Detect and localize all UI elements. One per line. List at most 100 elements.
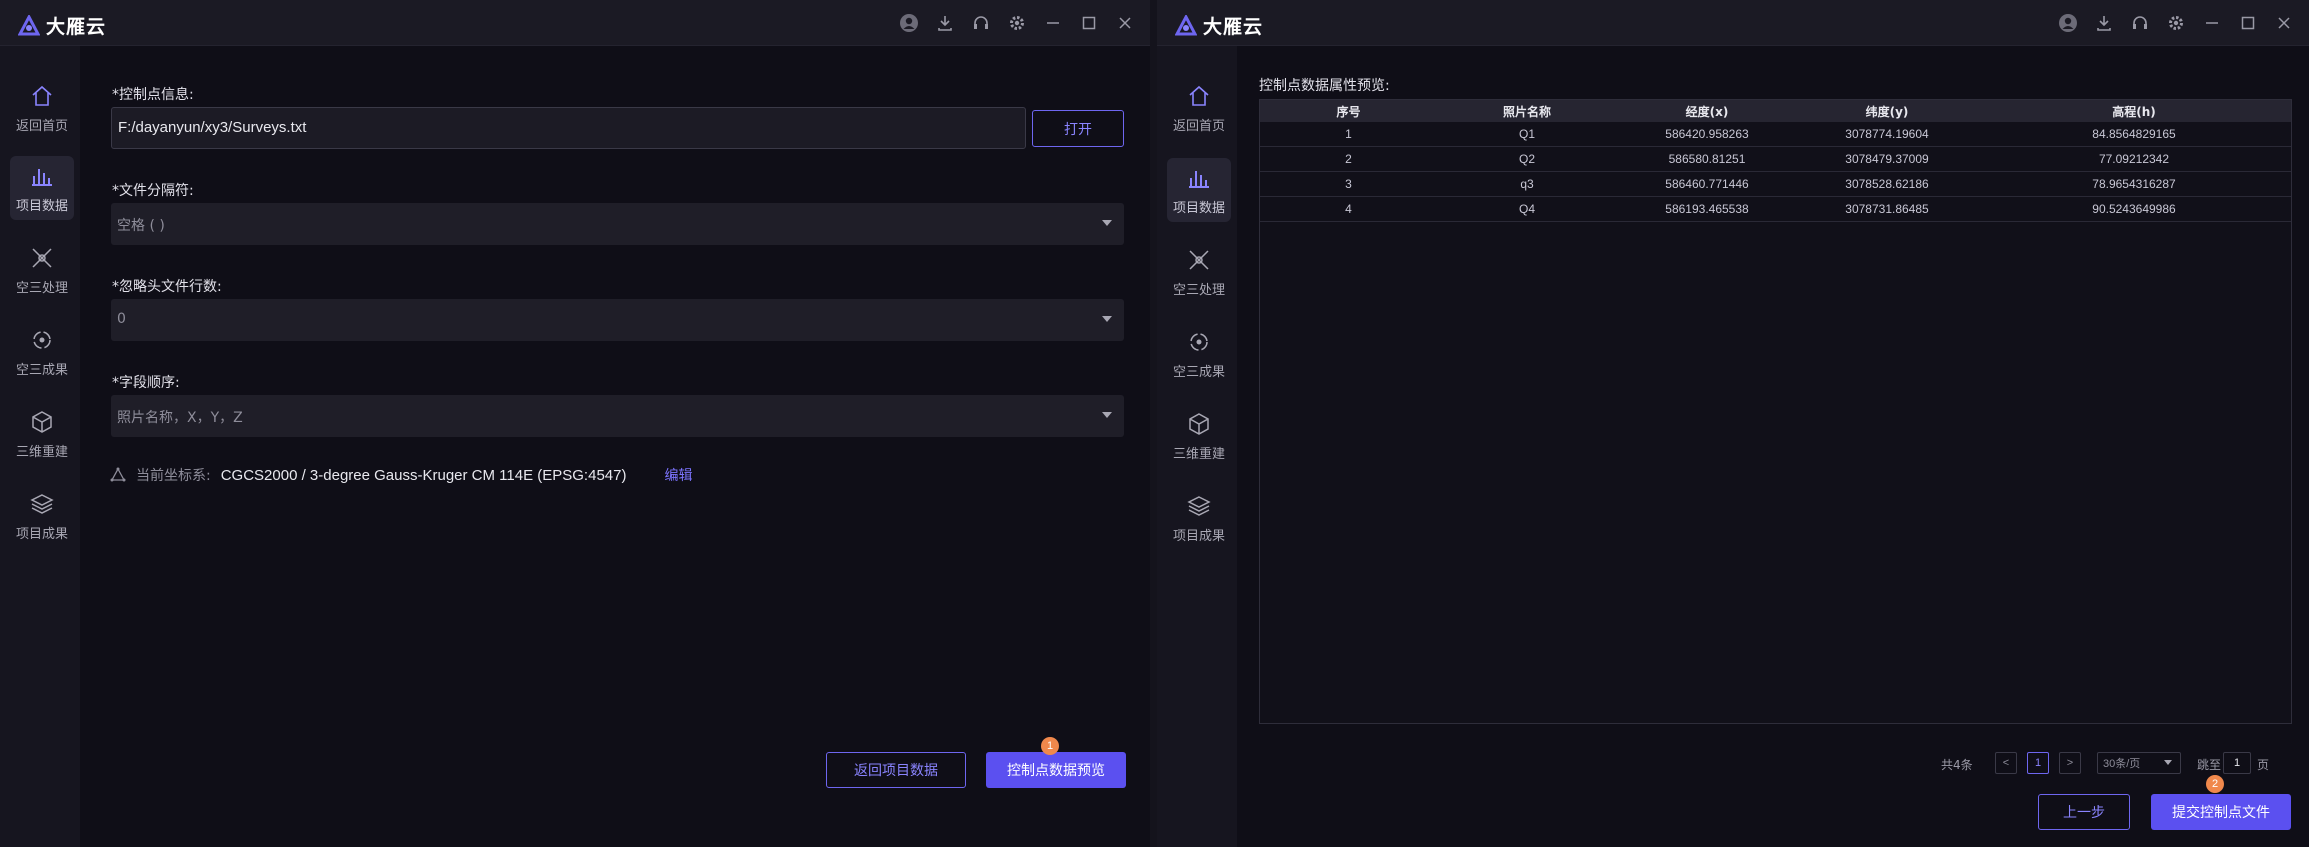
minimize-icon[interactable]: [1042, 12, 1064, 34]
table-cell: 586193.465538: [1665, 202, 1749, 216]
field-order-label: *字段顺序:: [112, 375, 180, 391]
bar-chart-icon: [32, 168, 52, 186]
user-icon[interactable]: [898, 12, 920, 34]
jump-page-input[interactable]: 1: [2223, 752, 2251, 774]
user-icon[interactable]: [2057, 12, 2079, 34]
sidebar-item-3d-rebuild[interactable]: 三维重建: [10, 402, 74, 466]
column-header: 序号: [1336, 104, 1361, 119]
separator-value: 空格 ( ): [117, 218, 165, 234]
table-row[interactable]: 1 Q1 586420.958263 3078774.19604 84.8564…: [1260, 122, 2291, 147]
page-1-button[interactable]: 1: [2027, 752, 2049, 774]
home-icon: [1189, 85, 1209, 106]
table-cell: 586420.958263: [1665, 127, 1749, 141]
table-cell: 3: [1345, 177, 1352, 191]
sidebar-item-home[interactable]: 返回首页: [10, 76, 74, 140]
open-button[interactable]: 打开: [1032, 110, 1124, 147]
edit-link[interactable]: 编辑: [664, 465, 692, 485]
cube-icon: [32, 410, 52, 433]
preview-control-data-button[interactable]: 控制点数据预览: [986, 752, 1126, 788]
home-icon: [32, 85, 52, 106]
title-bar: 大雁云: [0, 0, 1150, 46]
sidebar-item-label: 项目成果: [15, 526, 68, 542]
bar-chart-icon: [1189, 170, 1209, 188]
control-point-table: 序号 照片名称 经度(x) 纬度(y) 高程(h) 1 Q1 586420.95…: [1259, 99, 2292, 724]
chevron-down-icon: [2164, 760, 2172, 765]
coordinate-system-key: 当前坐标系:: [136, 468, 211, 484]
skip-rows-label: *忽略头文件行数:: [112, 279, 222, 295]
table-cell: 3078528.62186: [1845, 177, 1929, 191]
table-cell: Q1: [1518, 127, 1535, 141]
close-icon[interactable]: [1114, 12, 1136, 34]
download-icon[interactable]: [934, 12, 956, 34]
layers-icon: [1187, 495, 1211, 516]
sidebar-item-home[interactable]: 返回首页: [1167, 76, 1231, 140]
chevron-down-icon: [1102, 412, 1112, 418]
sidebar-item-aerial-result[interactable]: 空三成果: [1167, 322, 1231, 386]
separator-select[interactable]: 空格 ( ): [111, 203, 1124, 245]
maximize-icon[interactable]: [1078, 12, 1100, 34]
column-header: 照片名称: [1502, 104, 1551, 119]
sidebar-item-3d-rebuild[interactable]: 三维重建: [1167, 404, 1231, 468]
page-unit: 页: [2257, 758, 2270, 772]
gear-icon[interactable]: [1006, 12, 1028, 34]
chevron-down-icon: [1102, 220, 1112, 226]
sidebar-item-project-result[interactable]: 项目成果: [1167, 486, 1231, 550]
cube-icon: [1189, 412, 1209, 435]
table-title: 控制点数据属性预览:: [1259, 78, 1390, 94]
page-size-value: 30条/页: [2103, 758, 2141, 770]
file-path-input[interactable]: F:/dayanyun/xy3/Surveys.txt: [111, 107, 1026, 149]
logo-icon: [18, 14, 40, 35]
download-icon[interactable]: [2093, 12, 2115, 34]
sidebar-item-project-data[interactable]: 项目数据: [1167, 158, 1231, 222]
sidebar-item-label: 项目数据: [15, 198, 68, 214]
headset-icon[interactable]: [970, 12, 992, 34]
table-cell: 3078731.86485: [1845, 202, 1929, 216]
maximize-icon[interactable]: [2237, 12, 2259, 34]
sidebar-item-aerial-process[interactable]: 空三处理: [10, 238, 74, 302]
table-cell: 77.09212342: [2098, 152, 2170, 166]
coordinate-icon: [110, 467, 126, 482]
table-row[interactable]: 3 q3 586460.771446 3078528.62186 78.9654…: [1260, 172, 2291, 197]
close-icon[interactable]: [2273, 12, 2295, 34]
app-name: 大雁云: [1203, 16, 1264, 38]
sidebar-item-label: 空三成果: [15, 362, 68, 378]
control-info-label: *控制点信息:: [112, 87, 194, 103]
minimize-icon[interactable]: [2201, 12, 2223, 34]
aerial-result-icon: [1190, 332, 1208, 351]
skip-rows-select[interactable]: 0: [111, 299, 1124, 341]
table-row[interactable]: 2 Q2 586580.81251 3078479.37009 77.09212…: [1260, 147, 2291, 172]
step-badge: 2: [2206, 775, 2224, 793]
sidebar-item-aerial-process[interactable]: 空三处理: [1167, 240, 1231, 304]
headset-icon[interactable]: [2129, 12, 2151, 34]
sidebar-item-project-data[interactable]: 项目数据: [10, 156, 74, 220]
sidebar-item-aerial-result[interactable]: 空三成果: [10, 320, 74, 384]
field-order-placeholder: 照片名称，X，Y，Z: [117, 410, 243, 426]
table-row[interactable]: 4 Q4 586193.465538 3078731.86485 90.5243…: [1260, 197, 2291, 222]
submit-control-file-button[interactable]: 提交控制点文件: [2151, 794, 2291, 830]
prev-step-button[interactable]: 上一步: [2038, 794, 2130, 830]
left-window: 大雁云 返回首页 项目数据 空三处理 空三成果 三维重建 项目成果 *控制点信息…: [0, 0, 1150, 847]
logo-icon: [1175, 14, 1197, 35]
prev-page-button[interactable]: <: [1995, 752, 2017, 774]
column-header: 经度(x): [1685, 104, 1729, 119]
field-order-select[interactable]: 照片名称，X，Y，Z: [111, 395, 1124, 437]
table-header: 序号 照片名称 经度(x) 纬度(y) 高程(h): [1260, 100, 2291, 122]
sidebar-item-project-result[interactable]: 项目成果: [10, 484, 74, 548]
coordinate-system-value: CGCS2000 / 3-degree Gauss-Kruger CM 114E…: [220, 466, 627, 484]
gear-icon[interactable]: [2165, 12, 2187, 34]
window-controls: [2057, 12, 2295, 34]
sidebar-item-label: 返回首页: [1172, 118, 1225, 134]
app-logo: 大雁云: [18, 12, 106, 39]
sidebar-item-label: 项目成果: [1172, 528, 1225, 544]
right-window: 大雁云 返回首页 项目数据 空三处理 空三成果 三维重建 项目成果 控制点数据属…: [1157, 0, 2309, 847]
back-to-project-data-button[interactable]: 返回项目数据: [826, 752, 966, 788]
sidebar-item-label: 空三处理: [15, 280, 68, 296]
page-size-select[interactable]: 30条/页: [2097, 752, 2181, 774]
chevron-down-icon: [1102, 316, 1112, 322]
table-cell: 586460.771446: [1665, 177, 1749, 191]
app-logo: 大雁云: [1175, 12, 1263, 39]
table-cell: Q4: [1518, 202, 1535, 216]
next-page-button[interactable]: >: [2059, 752, 2081, 774]
table-cell: q3: [1520, 177, 1534, 191]
sidebar-item-label: 空三成果: [1172, 364, 1225, 380]
